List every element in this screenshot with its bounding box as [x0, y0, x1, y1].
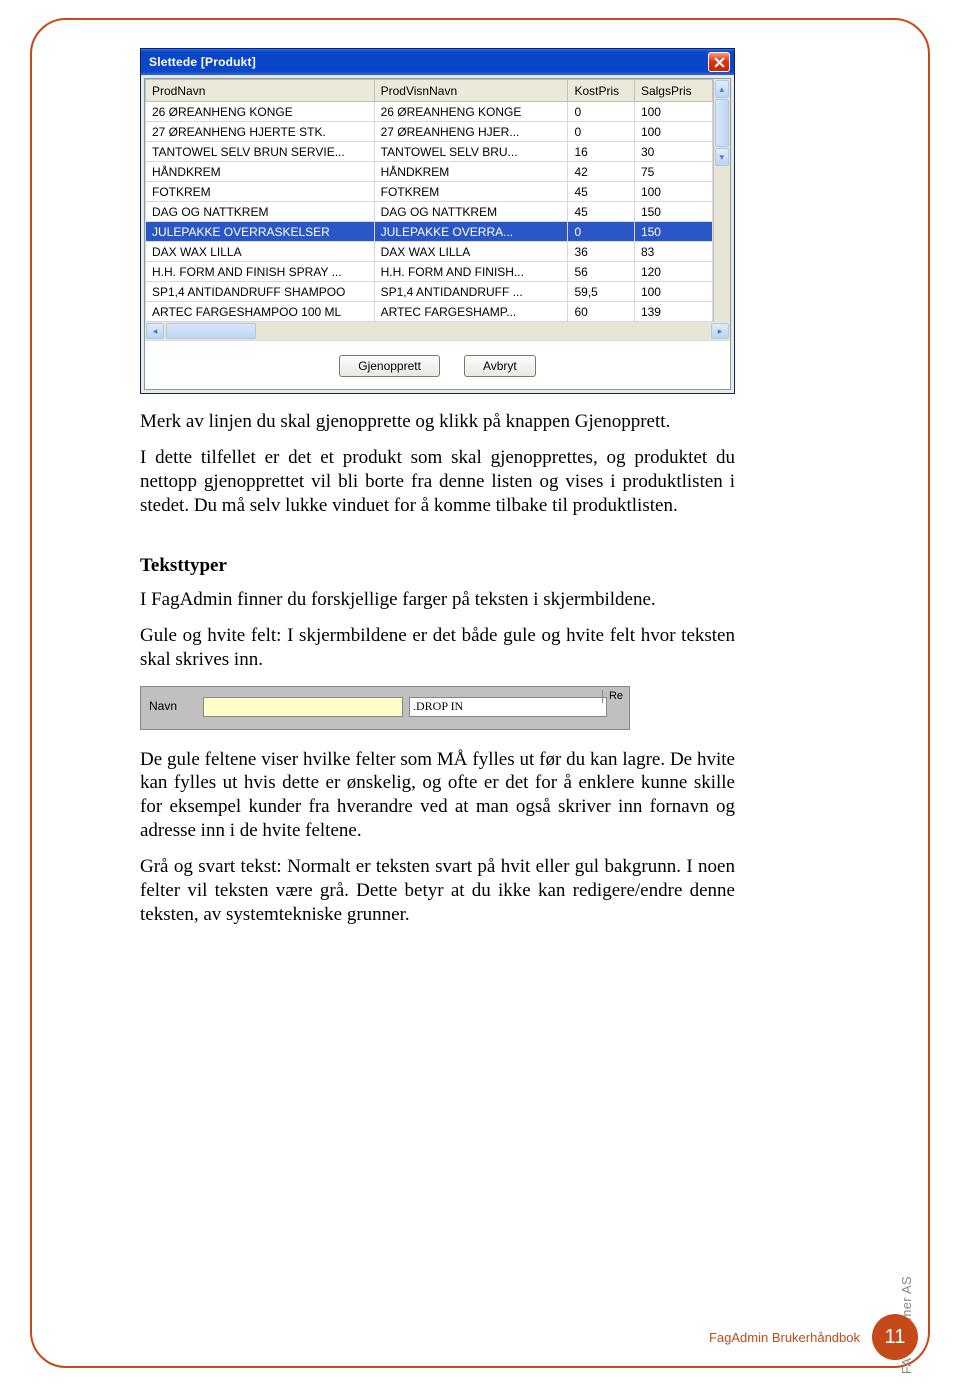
cell: HÅNDKREM [374, 162, 568, 182]
cell: 100 [634, 182, 712, 202]
table-row[interactable]: JULEPAKKE OVERRASKELSERJULEPAKKE OVERRA.… [146, 222, 713, 242]
scroll-down-icon[interactable]: ▾ [715, 148, 729, 166]
paragraph: Gule og hvite felt: I skjermbildene er d… [140, 624, 735, 672]
section-heading: Teksttyper [140, 554, 735, 578]
cell: 60 [568, 302, 634, 322]
cell: 120 [634, 262, 712, 282]
close-icon [714, 57, 725, 68]
cell: 150 [634, 222, 712, 242]
navn-input-yellow[interactable] [203, 697, 403, 717]
cell: HÅNDKREM [146, 162, 375, 182]
cell: 100 [634, 102, 712, 122]
cell: 27 ØREANHENG HJER... [374, 122, 568, 142]
table-row[interactable]: DAX WAX LILLADAX WAX LILLA3683 [146, 242, 713, 262]
table-row[interactable]: H.H. FORM AND FINISH SPRAY ...H.H. FORM … [146, 262, 713, 282]
column-header[interactable]: ProdNavn [146, 80, 375, 102]
cell: 27 ØREANHENG HJERTE STK. [146, 122, 375, 142]
cell: 45 [568, 182, 634, 202]
page-number: 11 [885, 1326, 906, 1349]
cell: JULEPAKKE OVERRASKELSER [146, 222, 375, 242]
paragraph: Merk av linjen du skal gjenopprette og k… [140, 410, 735, 434]
paragraph: I FagAdmin finner du forskjellige farger… [140, 588, 735, 612]
footer: FagAdmin Brukerhåndbok 11 [709, 1314, 918, 1360]
cell: SP1,4 ANTIDANDRUFF ... [374, 282, 568, 302]
content-area: Slettede [Produkt] ProdNavnProdVisnNavnK… [140, 48, 735, 939]
cell: 36 [568, 242, 634, 262]
cell: H.H. FORM AND FINISH... [374, 262, 568, 282]
cell: SP1,4 ANTIDANDRUFF SHAMPOO [146, 282, 375, 302]
cell: TANTOWEL SELV BRU... [374, 142, 568, 162]
table-row[interactable]: TANTOWEL SELV BRUN SERVIE...TANTOWEL SEL… [146, 142, 713, 162]
cell: ARTEC FARGESHAMPOO 100 ML [146, 302, 375, 322]
table-row[interactable]: SP1,4 ANTIDANDRUFF SHAMPOOSP1,4 ANTIDAND… [146, 282, 713, 302]
cell: 45 [568, 202, 634, 222]
window-title: Slettede [Produkt] [149, 55, 708, 69]
cell: JULEPAKKE OVERRA... [374, 222, 568, 242]
cell: 83 [634, 242, 712, 262]
cell: 150 [634, 202, 712, 222]
cell: 56 [568, 262, 634, 282]
titlebar: Slettede [Produkt] [141, 49, 734, 75]
scroll-thumb[interactable] [715, 99, 729, 147]
cell: 100 [634, 122, 712, 142]
navn-field-screenshot: Re Navn .DROP IN [140, 686, 630, 730]
table-row[interactable]: ARTEC FARGESHAMPOO 100 MLARTEC FARGESHAM… [146, 302, 713, 322]
column-header[interactable]: KostPris [568, 80, 634, 102]
cell: ARTEC FARGESHAMP... [374, 302, 568, 322]
products-table: ProdNavnProdVisnNavnKostPrisSalgsPris 26… [145, 79, 713, 322]
vertical-scrollbar[interactable]: ▴ ▾ [713, 79, 730, 322]
dropin-value: .DROP IN [413, 699, 463, 714]
cell: 59,5 [568, 282, 634, 302]
cell: 26 ØREANHENG KONGE [146, 102, 375, 122]
cell: 0 [568, 122, 634, 142]
table-row[interactable]: 26 ØREANHENG KONGE26 ØREANHENG KONGE0100 [146, 102, 713, 122]
paragraph: Grå og svart tekst: Normalt er teksten s… [140, 855, 735, 927]
paragraph: De gule feltene viser hvilke felter som … [140, 748, 735, 844]
cell: 100 [634, 282, 712, 302]
hscroll-thumb[interactable] [166, 323, 256, 339]
cell: 139 [634, 302, 712, 322]
scroll-right-icon[interactable]: ▸ [711, 323, 729, 339]
cell: 0 [568, 222, 634, 242]
corner-label: Re [602, 690, 623, 704]
cell: FOTKREM [374, 182, 568, 202]
horizontal-scrollbar[interactable]: ◂ ▸ [145, 322, 730, 340]
table-row[interactable]: 27 ØREANHENG HJERTE STK.27 ØREANHENG HJE… [146, 122, 713, 142]
cell: DAX WAX LILLA [146, 242, 375, 262]
deleted-products-window: Slettede [Produkt] ProdNavnProdVisnNavnK… [140, 48, 735, 394]
cell: 16 [568, 142, 634, 162]
cell: 30 [634, 142, 712, 162]
cell: H.H. FORM AND FINISH SPRAY ... [146, 262, 375, 282]
restore-button[interactable]: Gjenopprett [339, 355, 440, 377]
cell: TANTOWEL SELV BRUN SERVIE... [146, 142, 375, 162]
cell: DAG OG NATTKREM [146, 202, 375, 222]
cell: DAG OG NATTKREM [374, 202, 568, 222]
close-button[interactable] [708, 52, 730, 72]
table-row[interactable]: DAG OG NATTKREMDAG OG NATTKREM45150 [146, 202, 713, 222]
scroll-up-icon[interactable]: ▴ [715, 80, 729, 98]
cell: 26 ØREANHENG KONGE [374, 102, 568, 122]
table-row[interactable]: HÅNDKREMHÅNDKREM4275 [146, 162, 713, 182]
column-header[interactable]: ProdVisnNavn [374, 80, 568, 102]
table-row[interactable]: FOTKREMFOTKREM45100 [146, 182, 713, 202]
paragraph: I dette tilfellet er det et produkt som … [140, 446, 735, 518]
body-text: Merk av linjen du skal gjenopprette og k… [140, 410, 735, 927]
window-body: ProdNavnProdVisnNavnKostPrisSalgsPris 26… [144, 78, 731, 390]
column-header[interactable]: SalgsPris [634, 80, 712, 102]
button-bar: Gjenopprett Avbryt [145, 340, 730, 389]
cell: 0 [568, 102, 634, 122]
cell: 75 [634, 162, 712, 182]
dropin-input-white[interactable]: .DROP IN [409, 697, 607, 717]
cell: DAX WAX LILLA [374, 242, 568, 262]
page-number-badge: 11 [872, 1314, 918, 1360]
cancel-button[interactable]: Avbryt [464, 355, 536, 377]
cell: FOTKREM [146, 182, 375, 202]
footer-book-title: FagAdmin Brukerhåndbok [709, 1330, 860, 1345]
cell: 42 [568, 162, 634, 182]
navn-label: Navn [149, 699, 197, 714]
scroll-left-icon[interactable]: ◂ [146, 323, 164, 339]
